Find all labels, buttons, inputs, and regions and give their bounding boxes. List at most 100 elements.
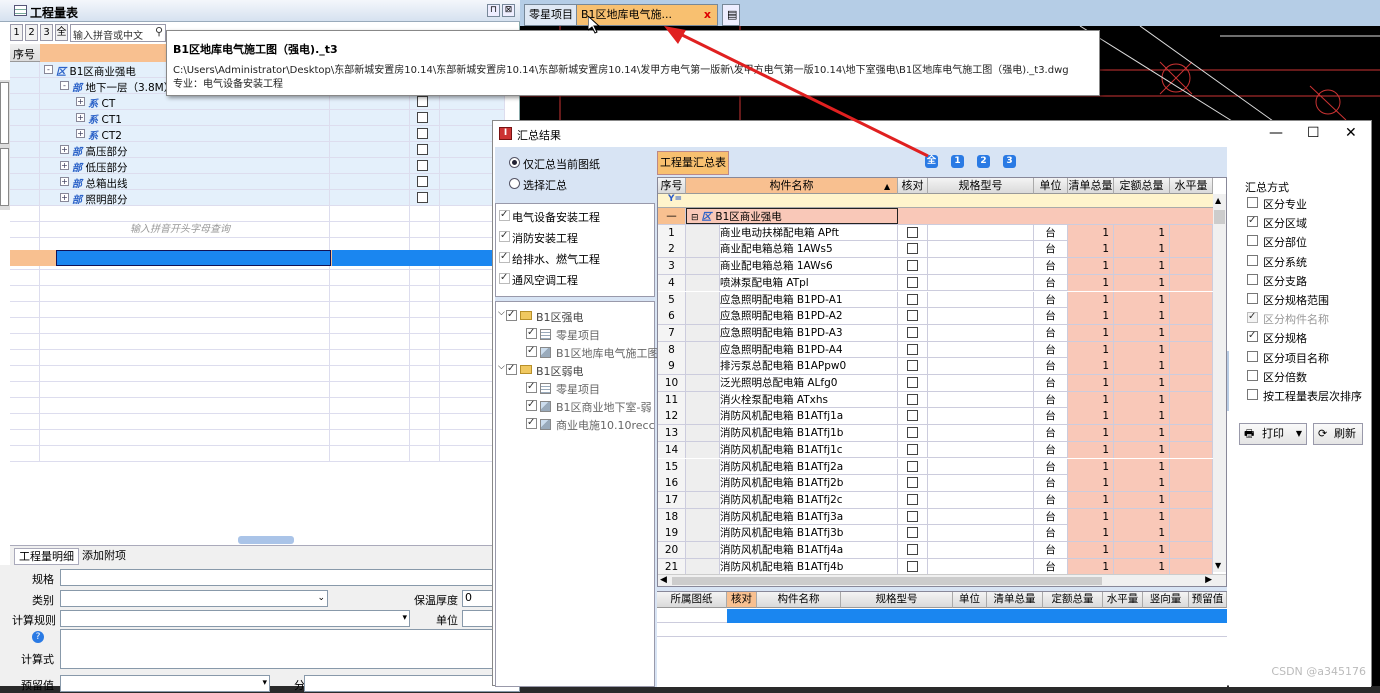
drawing-checkbox[interactable]	[526, 381, 537, 393]
specialty-checkbox[interactable]	[499, 251, 510, 263]
option-checkbox[interactable]	[1247, 369, 1258, 381]
specialty-checkbox[interactable]	[499, 209, 510, 221]
table-row[interactable]: 21 消防风机配电箱 B1ATfj4b 台 1 1	[658, 558, 1213, 576]
verify-checkbox[interactable]	[907, 276, 918, 288]
scroll-down-icon[interactable]: ▼	[1215, 561, 1221, 570]
detail-column-header[interactable]: 规格型号	[841, 592, 953, 608]
detail-row[interactable]	[657, 623, 1227, 637]
row-checkbox[interactable]	[417, 144, 428, 155]
tab-quantity-summary[interactable]: 工程量汇总表	[657, 151, 729, 175]
tree-row[interactable]: + 部 高压部分	[10, 142, 505, 158]
print-button[interactable]: 🖶 打印 ▼	[1239, 423, 1307, 445]
verify-checkbox[interactable]	[907, 560, 918, 572]
scroll-thumb[interactable]	[1214, 210, 1225, 224]
close-tab-icon[interactable]: x	[704, 5, 711, 25]
minimize-icon[interactable]: —	[1269, 125, 1283, 141]
tree-row[interactable]	[10, 318, 505, 334]
column-header[interactable]: 水平量	[1170, 178, 1213, 194]
tree-row[interactable]: + 系 CT1	[10, 110, 505, 126]
expand-icon[interactable]: +	[60, 193, 69, 202]
detail-column-header[interactable]: 构件名称	[757, 592, 841, 608]
tree-row[interactable]	[10, 414, 505, 430]
maximize-icon[interactable]: ☐	[1307, 125, 1320, 141]
drawing-checkbox[interactable]	[506, 363, 517, 375]
level-3-button[interactable]: 3	[40, 24, 53, 41]
tree-row[interactable]	[10, 206, 505, 222]
refresh-button[interactable]: ⟳ 刷新	[1313, 423, 1363, 445]
reserve-field[interactable]: ▾	[60, 675, 270, 692]
tree-row[interactable]	[10, 302, 505, 318]
tree-row[interactable]	[10, 350, 505, 366]
table-row[interactable]: 17 消防风机配电箱 B1ATfj2c 台 1 1	[658, 491, 1213, 509]
table-row[interactable]: 16 消防风机配电箱 B1ATfj2b 台 1 1	[658, 475, 1213, 492]
tree-row[interactable]: + 部 照明部分	[10, 190, 505, 206]
option-checkbox[interactable]	[1247, 215, 1258, 228]
option-checkbox[interactable]	[1247, 197, 1258, 208]
table-row[interactable]: 5 应急照明配电箱 B1PD-A1 台 1 1	[658, 291, 1213, 309]
table-row[interactable]: 2 商业配电箱总箱 1AWs5 台 1 1	[658, 241, 1213, 259]
verify-checkbox[interactable]	[907, 343, 918, 355]
verify-checkbox[interactable]	[907, 243, 918, 255]
column-header[interactable]: 清单总量	[1068, 178, 1114, 194]
table-row[interactable]: 19 消防风机配电箱 B1ATfj3b 台 1 1	[658, 525, 1213, 542]
filter-row[interactable]: Y=	[658, 194, 1213, 208]
table-row[interactable]: 10 泛光照明总配电箱 ALfg0 台 1 1	[658, 375, 1213, 392]
selected-cell[interactable]	[56, 250, 331, 266]
formula-field[interactable]	[60, 629, 520, 669]
expand-icon[interactable]: +	[76, 97, 85, 106]
row-checkbox[interactable]	[417, 112, 428, 123]
selected-row[interactable]	[10, 250, 505, 266]
tree-row[interactable]	[10, 430, 505, 446]
column-header[interactable]: 核对	[898, 178, 928, 194]
expand-icon[interactable]: +	[76, 113, 85, 122]
tree-row[interactable]	[10, 222, 505, 238]
new-tab-icon[interactable]: ▤	[722, 4, 740, 26]
detail-column-header[interactable]: 核对	[727, 592, 757, 608]
side-tab-1[interactable]	[0, 82, 9, 144]
vertical-scrollbar[interactable]: ▲ ▼	[1213, 194, 1226, 572]
spec-field[interactable]	[60, 569, 520, 586]
table-row[interactable]: 6 应急照明配电箱 B1PD-A2 台 1 1	[658, 308, 1213, 325]
option-checkbox[interactable]	[1247, 254, 1258, 266]
verify-checkbox[interactable]	[907, 360, 918, 372]
table-row[interactable]: 11 消火栓泵配电箱 ATxhs 台 1 1	[658, 391, 1213, 409]
verify-checkbox[interactable]	[907, 493, 918, 505]
collapse-icon[interactable]: ⌵	[498, 308, 505, 318]
search-icon[interactable]: ⚲	[155, 25, 163, 38]
table-row[interactable]: 4 喷淋泵配电箱 ATpl 台 1 1	[658, 274, 1213, 292]
tab-add-item[interactable]: 添加附项	[78, 548, 130, 565]
tree-row[interactable]	[10, 334, 505, 350]
detail-column-header[interactable]: 单位	[953, 592, 987, 608]
verify-checkbox[interactable]	[907, 226, 918, 238]
search-input[interactable]: 输入拼音或中文 ⚲	[70, 24, 166, 42]
chevron-down-icon[interactable]: ▼	[1296, 424, 1302, 444]
verify-checkbox[interactable]	[907, 510, 918, 522]
drawing-checkbox[interactable]	[526, 417, 537, 429]
collapse-icon[interactable]: ⌵	[498, 362, 505, 372]
level-3-icon[interactable]: 3	[1003, 155, 1016, 168]
level-all-icon[interactable]: 全	[925, 155, 938, 168]
tree-row[interactable]	[10, 382, 505, 398]
drawing-checkbox[interactable]	[526, 399, 537, 411]
drawing-checkbox[interactable]	[526, 327, 537, 339]
tree-row[interactable]: + 系 CT2	[10, 126, 505, 142]
filter-icon[interactable]: Y=	[668, 194, 682, 204]
column-header[interactable]: 定额总量	[1114, 178, 1170, 194]
option-checkbox[interactable]	[1247, 389, 1258, 400]
verify-checkbox[interactable]	[907, 293, 918, 305]
tree-row[interactable]	[10, 366, 505, 382]
expand-icon[interactable]: +	[76, 129, 85, 138]
horizontal-scrollbar[interactable]: ◀ ▶	[658, 574, 1226, 586]
detail-column-header[interactable]: 定额总量	[1043, 592, 1103, 608]
level-1-button[interactable]: 1	[10, 24, 23, 41]
table-row[interactable]: 1 商业电动扶梯配电箱 APft 台 1 1	[658, 224, 1213, 242]
calc-rule-select[interactable]: ▾	[60, 610, 410, 627]
row-checkbox[interactable]	[417, 96, 428, 107]
level-2-icon[interactable]: 2	[977, 155, 990, 168]
row-checkbox[interactable]	[417, 192, 428, 203]
table-row[interactable]: 14 消防风机配电箱 B1ATfj1c 台 1 1	[658, 441, 1213, 459]
drawing-checkbox[interactable]	[506, 309, 517, 321]
table-row[interactable]: 20 消防风机配电箱 B1ATfj4a 台 1 1	[658, 542, 1213, 559]
verify-checkbox[interactable]	[907, 310, 918, 322]
verify-checkbox[interactable]	[907, 527, 918, 539]
